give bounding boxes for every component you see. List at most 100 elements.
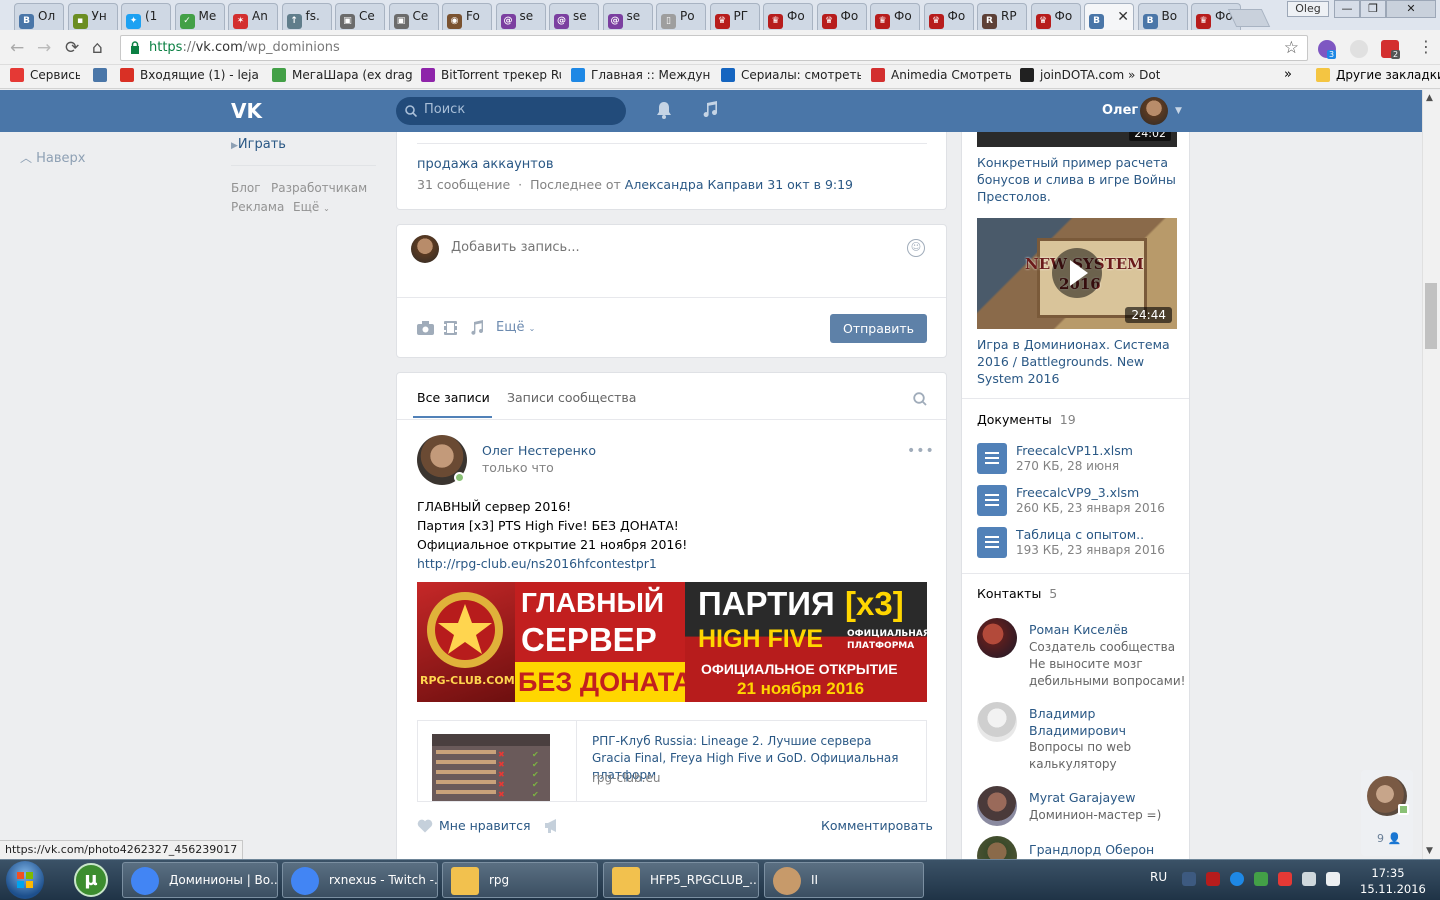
window-close-button[interactable]: ✕ (1386, 0, 1436, 18)
bookmark-item[interactable]: Главная :: Междунар (571, 68, 711, 82)
scrollbar-thumb[interactable] (1425, 283, 1437, 349)
network-icon[interactable] (1302, 872, 1316, 886)
scroll-down-arrow-icon[interactable]: ▼ (1426, 846, 1433, 856)
header-user-avatar[interactable] (1140, 97, 1168, 125)
left-nav-play-link[interactable]: ▶Играть (231, 137, 286, 152)
browser-tab[interactable]: ♛ Фо (763, 3, 813, 30)
comment-button[interactable]: Комментировать (821, 818, 933, 833)
volume-icon[interactable] (1326, 872, 1340, 886)
browser-tab[interactable]: @ se (602, 3, 653, 30)
footer-link-more[interactable]: Ещё ⌄ (293, 200, 330, 214)
composer-input[interactable] (451, 240, 891, 255)
tab-all-posts[interactable]: Все записи (417, 390, 490, 405)
extension-icon-2[interactable] (1350, 40, 1368, 58)
browser-tab[interactable]: @ se (495, 3, 546, 30)
music-note-icon[interactable] (700, 99, 720, 119)
topic-last-time[interactable]: 31 окт в 9:19 (767, 177, 853, 192)
search-input[interactable] (424, 102, 614, 117)
top-video-caption[interactable]: Конкретный пример расчета бонусов и слив… (977, 154, 1182, 205)
submit-post-button[interactable]: Отправить (830, 314, 927, 343)
chevron-down-icon[interactable]: ▼ (1175, 106, 1182, 116)
like-heart-icon[interactable] (417, 819, 433, 833)
chrome-menu-icon[interactable]: ⋮ (1418, 37, 1434, 56)
home-icon[interactable]: ⌂ (92, 38, 103, 58)
browser-tab[interactable]: ♛ Фо (923, 3, 974, 30)
vk-logo[interactable]: VK (231, 99, 265, 123)
share-megaphone-icon[interactable] (544, 818, 560, 833)
bookmark-item[interactable]: Входящие (1) - lejalim (120, 68, 260, 82)
contact-avatar[interactable] (977, 702, 1017, 742)
utorrent-taskbar-icon[interactable]: µ (74, 863, 108, 897)
tray-icon[interactable] (1230, 872, 1244, 886)
doc-name[interactable]: FreecalcVP9_3.xlsm (1016, 484, 1139, 501)
post-menu-icon[interactable]: ••• (907, 443, 935, 459)
video-icon[interactable] (444, 321, 457, 335)
contact-avatar[interactable] (977, 618, 1017, 658)
browser-tab[interactable]: ↑ fs. (281, 3, 332, 30)
browser-tab[interactable]: ♛ РГ (709, 3, 760, 30)
doc-name[interactable]: FreecalcVP11.xlsm (1016, 442, 1133, 459)
address-bar[interactable]: https://vk.com/wp_dominions ☆ (120, 35, 1308, 61)
camera-icon[interactable] (417, 321, 434, 335)
browser-tab[interactable]: ✶ An (228, 3, 278, 30)
bookmark-item[interactable]: Сериалы: смотреть о (721, 68, 861, 82)
online-friends-widget[interactable]: 9 👤 (1361, 770, 1413, 856)
browser-tab[interactable]: ▣ Се (388, 3, 439, 30)
browser-tab[interactable]: ✓ Ме (174, 3, 225, 30)
link-snippet[interactable]: ✖ ✖ ✖ ✖ ✖ ✔ ✔ ✔ ✔ ✔ РПГ-Клуб Russia: Lineage 2. … (417, 720, 927, 802)
tray-icon[interactable] (1206, 872, 1220, 886)
browser-tab[interactable]: В Во (1137, 3, 1188, 30)
browser-tab[interactable]: ♛ Фо (1030, 3, 1081, 30)
video-caption[interactable]: Игра в Доминионах. Система 2016 / Battle… (977, 336, 1182, 387)
bookmark-item[interactable] (93, 68, 113, 82)
scroll-up-arrow-icon[interactable]: ▲ (1426, 93, 1433, 103)
steam-tray-icon[interactable] (1182, 872, 1196, 886)
taskbar-item[interactable]: II (764, 862, 924, 898)
taskbar-item[interactable]: rpg (442, 862, 598, 898)
tray-icon[interactable] (1254, 872, 1268, 886)
doc-name[interactable]: Таблица с опытом.. (1016, 526, 1144, 543)
browser-tab[interactable]: В ✕ (1084, 3, 1134, 30)
contact-name[interactable]: Myrat Garajayew (1029, 789, 1135, 806)
tray-icon[interactable] (1278, 872, 1292, 886)
header-user-name[interactable]: Олег (1102, 103, 1138, 118)
window-maximize-button[interactable]: ❐ (1360, 0, 1386, 18)
wall-search-icon[interactable] (913, 392, 927, 406)
footer-link-developers[interactable]: Разработчикам (271, 181, 367, 195)
taskbar-item[interactable]: Доминионы | Во... (122, 862, 278, 898)
adblock-icon[interactable]: 2 (1381, 40, 1401, 59)
contact-name[interactable]: Владимир Владимирович (1029, 705, 1126, 739)
window-minimize-button[interactable]: — (1334, 0, 1360, 18)
browser-tab[interactable]: ▣ Се (335, 3, 385, 30)
top-video-thumbnail[interactable]: 24:02 (977, 132, 1177, 147)
topic-last-author[interactable]: Александра Каправи (625, 177, 764, 192)
browser-tab[interactable]: R RP (977, 3, 1027, 30)
contact-name[interactable]: Роман Киселёв (1029, 621, 1128, 638)
bookmark-item[interactable]: BitTorrent трекер RuT (421, 68, 561, 82)
back-arrow-icon[interactable]: ← (10, 38, 24, 58)
browser-profile-button[interactable]: Oleg (1287, 1, 1329, 17)
contact-avatar[interactable] (977, 786, 1017, 826)
start-button[interactable] (6, 861, 44, 899)
bookmark-item[interactable]: joinDOTA.com » Dota (1020, 68, 1160, 82)
document-icon[interactable] (977, 527, 1007, 558)
docs-header[interactable]: Документы 19 (977, 411, 1076, 428)
post-time[interactable]: только что (482, 460, 554, 475)
forward-arrow-icon[interactable]: → (37, 38, 51, 58)
keyboard-language[interactable]: RU (1150, 870, 1167, 884)
document-icon[interactable] (977, 485, 1007, 516)
back-to-top-link[interactable]: ︿ Наверх (20, 149, 86, 166)
footer-link-ads[interactable]: Реклама (231, 200, 284, 214)
post-author-name[interactable]: Олег Нестеренко (482, 443, 596, 458)
tab-close-icon[interactable]: ✕ (1117, 9, 1129, 25)
video-thumbnail[interactable]: NEW SYSTEM 2016 24:44 (977, 218, 1177, 329)
contact-name[interactable]: Грандлорд Оберон (1029, 841, 1154, 858)
reload-icon[interactable]: ⟳ (65, 38, 79, 58)
browser-tab[interactable]: ✦ (1 (121, 3, 171, 30)
taskbar-clock[interactable]: 17:35 15.11.2016 (1360, 865, 1426, 897)
composer-more[interactable]: Ещё ⌄ (496, 320, 535, 335)
bookmark-item[interactable]: МегаШара (ex dragm (272, 68, 412, 82)
like-button[interactable]: Мне нравится (439, 818, 531, 833)
taskbar-item[interactable]: HFP5_RPGCLUB_... (603, 862, 759, 898)
bookmarks-overflow[interactable]: » (1284, 67, 1292, 82)
